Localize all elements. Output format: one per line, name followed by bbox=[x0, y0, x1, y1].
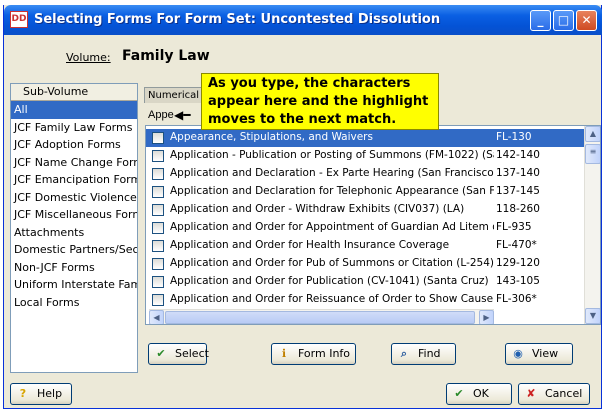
form-name: Application and Order - Withdraw Exhibit… bbox=[170, 203, 465, 215]
form-row[interactable]: Application and Order for Health Insuran… bbox=[146, 237, 584, 255]
form-name: Application and Declaration - Ex Parte H… bbox=[170, 167, 494, 179]
form-row[interactable]: Appearance, Stipulations, and Waivers FL-… bbox=[146, 129, 584, 147]
form-row[interactable]: Application and Order for Publication (C… bbox=[146, 273, 584, 291]
subvolume-item[interactable]: Non-JCF Forms bbox=[11, 259, 137, 277]
checkmark-icon: ✔ bbox=[156, 347, 166, 360]
scroll-up-button[interactable]: ▲ bbox=[585, 126, 600, 142]
form-checkbox[interactable] bbox=[152, 168, 164, 180]
help-button[interactable]: ? Help bbox=[10, 383, 72, 405]
subvolume-item[interactable]: Attachments bbox=[11, 224, 137, 242]
window-title: Selecting Forms For Form Set: Unconteste… bbox=[34, 12, 441, 27]
magnifier-icon: ⌕ bbox=[400, 347, 408, 360]
view-icon: ◉ bbox=[513, 347, 523, 360]
subvolume-item[interactable]: JCF Name Change Forms bbox=[11, 154, 137, 172]
subvolume-item[interactable]: Domestic Partners/Sec d bbox=[11, 241, 137, 259]
subvolume-item[interactable]: JCF Family Law Forms bbox=[11, 119, 137, 137]
form-info-button[interactable]: ℹ Form Info bbox=[271, 343, 356, 365]
select-button-label: Select bbox=[175, 347, 209, 360]
instruction-callout: As you type, the characters appear here … bbox=[201, 73, 439, 130]
form-name: Appearance, Stipulations, and Waivers bbox=[170, 131, 373, 143]
form-number: FL-470* bbox=[496, 239, 537, 251]
help-button-label: Help bbox=[37, 387, 63, 400]
form-row[interactable]: Application and Order - Withdraw Exhibit… bbox=[146, 201, 584, 219]
form-number: FL-130 bbox=[496, 131, 532, 143]
form-number: 137-145 bbox=[496, 185, 540, 197]
app-icon: DD bbox=[10, 11, 28, 28]
close-button[interactable]: ✕ bbox=[576, 10, 597, 31]
form-number: 129-120 bbox=[496, 257, 540, 269]
form-row[interactable]: Application and Declaration for Telephon… bbox=[146, 183, 584, 201]
subvolume-item[interactable]: JCF Emancipation Forms bbox=[11, 171, 137, 189]
subvolume-item[interactable]: Local Forms bbox=[11, 294, 137, 312]
form-info-icon: ℹ bbox=[281, 347, 287, 360]
form-checkbox[interactable] bbox=[152, 204, 164, 216]
form-number: FL-935 bbox=[496, 221, 532, 233]
form-name: Application and Order for Publication (C… bbox=[170, 275, 489, 287]
subvolume-item[interactable]: JCF Adoption Forms bbox=[11, 136, 137, 154]
form-name: Application and Declaration for Telephon… bbox=[170, 185, 494, 197]
question-mark-icon: ? bbox=[19, 387, 27, 400]
tab-numerical[interactable]: Numerical bbox=[144, 87, 204, 103]
volume-value: Family Law bbox=[122, 48, 210, 64]
form-checkbox[interactable] bbox=[152, 222, 164, 234]
subvolume-item[interactable]: JCF Miscellaneous Forms bbox=[11, 206, 137, 224]
view-button-label: View bbox=[532, 347, 559, 360]
form-checkbox[interactable] bbox=[152, 186, 164, 198]
view-button[interactable]: ◉ View bbox=[505, 343, 573, 365]
form-number: 137-140 bbox=[496, 167, 540, 179]
form-row[interactable]: Application and Order for Appointment of… bbox=[146, 219, 584, 237]
form-checkbox[interactable] bbox=[152, 150, 164, 162]
find-button[interactable]: ⌕ Find bbox=[391, 343, 456, 365]
form-name: Application and Order for Health Insuran… bbox=[170, 239, 450, 251]
find-button-label: Find bbox=[418, 347, 441, 360]
vertical-scrollbar[interactable]: ▲ ≡ ▼ bbox=[584, 126, 600, 324]
cancel-button-label: Cancel bbox=[545, 387, 583, 400]
title-bar[interactable]: DD Selecting Forms For Form Set: Unconte… bbox=[4, 5, 602, 35]
form-checkbox[interactable] bbox=[152, 240, 164, 252]
scroll-down-button[interactable]: ▼ bbox=[585, 308, 600, 324]
subvolume-item[interactable]: Uniform Interstate Family bbox=[11, 276, 137, 294]
form-row[interactable]: Application and Order for Reissuance of … bbox=[146, 291, 584, 309]
volume-label: Volume: bbox=[66, 51, 111, 64]
checkmark-icon: ✔ bbox=[454, 387, 464, 400]
volume-label-text: Volume: bbox=[66, 51, 111, 64]
minimize-button[interactable]: _ bbox=[530, 10, 551, 31]
subvolume-item[interactable]: JCF Domestic Violence F bbox=[11, 189, 137, 207]
form-info-button-label: Form Info bbox=[298, 347, 351, 360]
arrow-left-icon: ◀━ bbox=[174, 108, 191, 122]
form-number: 143-105 bbox=[496, 275, 540, 287]
form-number: 118-260 bbox=[496, 203, 540, 215]
form-number: 142-140 bbox=[496, 149, 540, 161]
select-button[interactable]: ✔ Select bbox=[148, 343, 209, 365]
form-checkbox[interactable] bbox=[152, 258, 164, 270]
x-icon: ✘ bbox=[526, 387, 536, 400]
forms-list[interactable]: Appearance, Stipulations, and Waivers FL-… bbox=[145, 125, 601, 325]
maximize-button[interactable]: □ bbox=[553, 10, 574, 31]
form-name: Application and Order for Appointment of… bbox=[170, 221, 494, 233]
dialog-window: DD Selecting Forms For Form Set: Unconte… bbox=[3, 5, 602, 409]
form-row[interactable]: Application and Declaration - Ex Parte H… bbox=[146, 165, 584, 183]
subvolume-header: Sub-Volume bbox=[11, 84, 137, 101]
form-number: FL-306* bbox=[496, 293, 537, 305]
form-checkbox[interactable] bbox=[152, 276, 164, 288]
scroll-left-button[interactable]: ◀ bbox=[149, 310, 164, 324]
form-row[interactable]: Application - Publication or Posting of … bbox=[146, 147, 584, 165]
horizontal-scroll-thumb[interactable] bbox=[165, 311, 475, 324]
cancel-button[interactable]: ✘ Cancel bbox=[518, 383, 590, 405]
scroll-thumb[interactable]: ≡ bbox=[585, 144, 600, 164]
form-checkbox[interactable] bbox=[152, 132, 164, 144]
form-row[interactable]: Application and Order for Pub of Summons… bbox=[146, 255, 584, 273]
subvolume-item[interactable]: All bbox=[11, 101, 137, 119]
form-name: Application and Order for Reissuance of … bbox=[170, 293, 494, 305]
ok-button-label: OK bbox=[473, 387, 489, 400]
scroll-right-button[interactable]: ▶ bbox=[479, 310, 494, 324]
form-name: Application and Order for Pub of Summons… bbox=[170, 257, 494, 269]
ok-button[interactable]: ✔ OK bbox=[446, 383, 512, 405]
horizontal-scrollbar[interactable]: ◀ ▶ bbox=[149, 309, 494, 324]
subvolume-list[interactable]: Sub-Volume All JCF Family Law Forms JCF Ad… bbox=[10, 83, 138, 373]
form-name: Application - Publication or Posting of … bbox=[170, 149, 494, 161]
form-checkbox[interactable] bbox=[152, 294, 164, 306]
